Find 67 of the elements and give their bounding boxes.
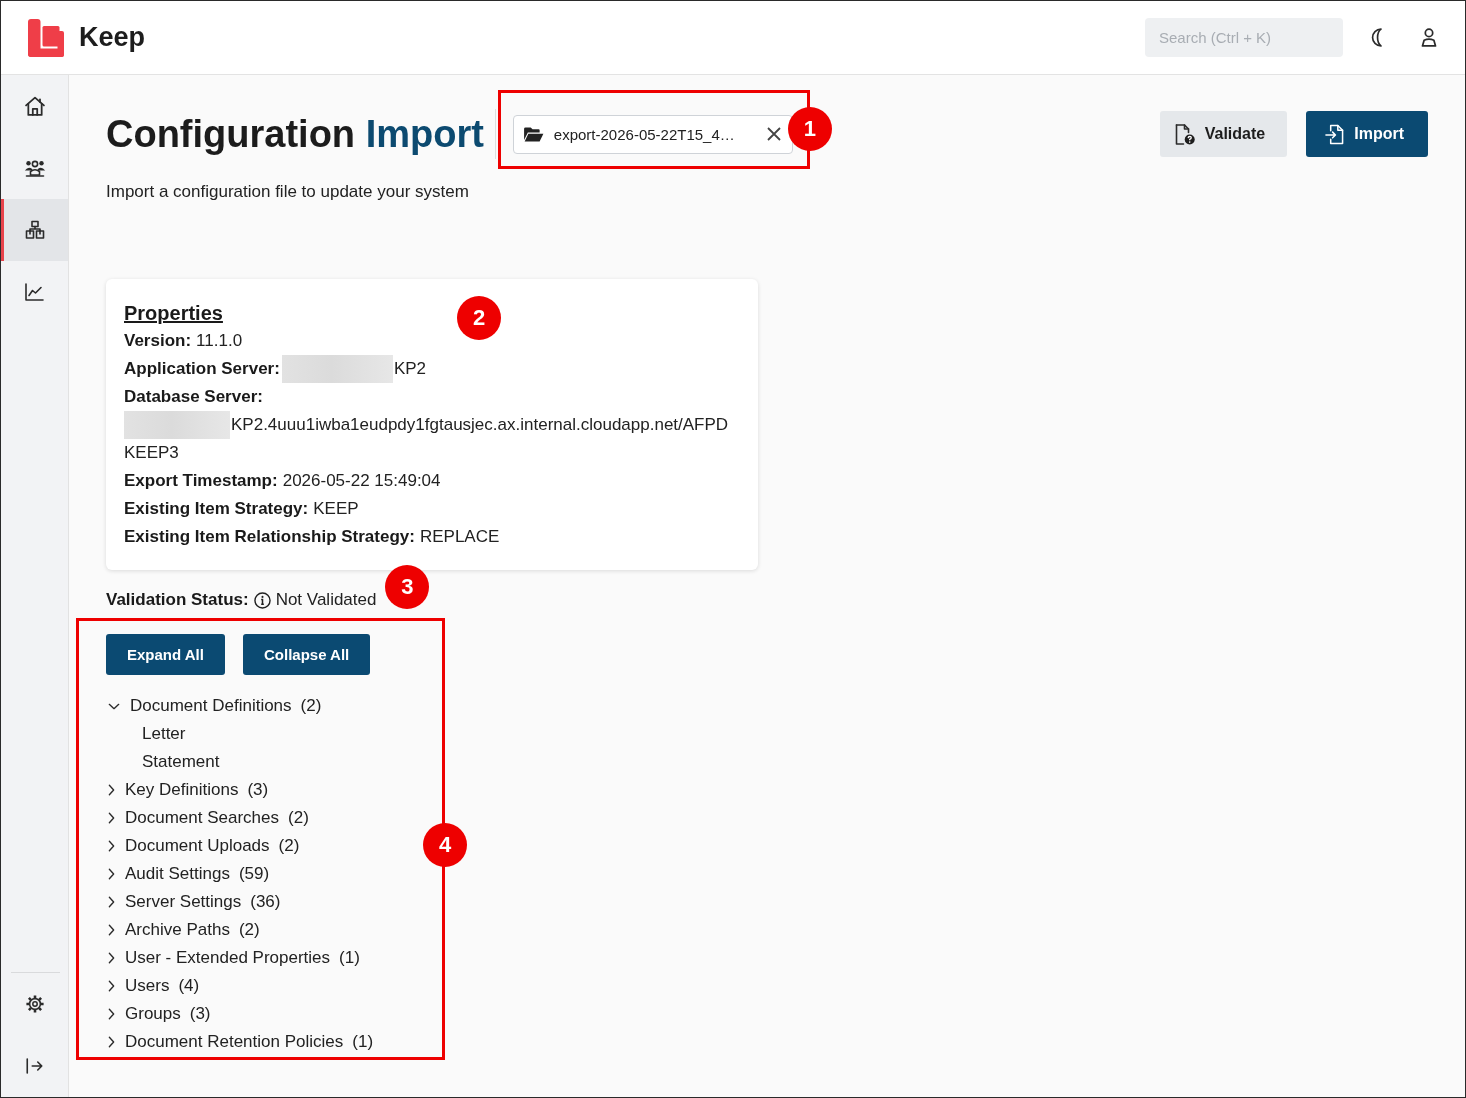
callout-marker: 1 <box>787 106 832 151</box>
card-title: Properties <box>124 301 223 326</box>
file-question-icon <box>1174 123 1195 145</box>
callout-marker: 2 <box>457 296 501 340</box>
file-name: export-2026-05-22T15_4… <box>553 125 736 143</box>
tree-item[interactable]: Audit Settings (59) <box>106 860 270 888</box>
status-label: Validation Status: <box>106 589 249 611</box>
property-value: REPLACE <box>419 527 500 546</box>
property-value: 2026-05-22 15:49:04 <box>282 471 441 490</box>
property-value: 11.1.0 <box>196 331 243 350</box>
import-button[interactable]: Import <box>1306 111 1428 157</box>
property-value: KP2.4uuu1iwba1eudpdy1fgtausjec.ax.internal.cloudapp.net/AFPD KEEP3 <box>124 415 729 462</box>
file-arrow-icon <box>1325 123 1345 145</box>
property-label: Export Timestamp: <box>124 471 278 490</box>
line-chart-icon <box>25 283 44 301</box>
status-value: Not Validated <box>275 589 377 611</box>
tree-item[interactable]: Document Retention Policies (1) <box>106 1028 374 1056</box>
property-label: Application Server: <box>124 359 280 378</box>
chevron-right-icon <box>108 840 115 852</box>
tree-item[interactable]: Server Settings (36) <box>106 888 281 916</box>
tree-item[interactable]: Key Definitions (3) <box>106 776 269 804</box>
search-field[interactable]: Search (Ctrl + K) <box>1145 18 1343 57</box>
tree-action-button[interactable]: Expand All <box>106 634 225 675</box>
validate-button[interactable]: Validate <box>1159 111 1288 157</box>
tree-item[interactable]: Groups (3) <box>106 1000 211 1028</box>
property-value: KEEP <box>313 499 359 518</box>
chevron-right-icon <box>108 924 115 936</box>
tree-item[interactable]: User - Extended Properties (1) <box>106 944 360 972</box>
property-label: Database Server: <box>124 387 263 406</box>
property-label: Existing Item Relationship Strategy: <box>124 527 415 546</box>
app-name: Keep <box>79 22 146 53</box>
tree-item[interactable]: Archive Paths (2) <box>106 916 260 944</box>
property-label: Version: <box>124 331 192 350</box>
people-icon <box>23 159 46 177</box>
moon-icon[interactable] <box>1371 28 1382 47</box>
folder-icon <box>522 126 544 142</box>
chevron-right-icon <box>108 980 115 992</box>
tree-item[interactable]: Document Searches (2) <box>106 804 309 832</box>
chevron-right-icon <box>108 1036 115 1048</box>
logo-icon <box>28 18 64 57</box>
chevron-right-icon <box>108 896 115 908</box>
settings-icon <box>24 994 45 1014</box>
tree-item[interactable]: Document Definitions (2) <box>106 692 322 720</box>
chevron-right-icon <box>108 1008 115 1020</box>
tree-leaf: Letter <box>141 723 186 745</box>
tree-leaf: Statement <box>141 751 220 773</box>
person-icon[interactable] <box>1421 28 1437 47</box>
hierarchy-icon <box>24 220 45 240</box>
home-icon <box>24 96 45 116</box>
page-subtitle: Import a configuration file to update your system <box>106 181 469 203</box>
property-label: Existing Item Strategy: <box>124 499 309 518</box>
chevron-right-icon <box>108 868 115 880</box>
chevron-right-icon <box>108 952 115 964</box>
tree-item[interactable]: Document Uploads (2) <box>106 832 300 860</box>
sidebar-item[interactable] <box>1 199 68 261</box>
callout-marker: 3 <box>385 565 430 609</box>
bar-arrow-icon <box>26 1058 43 1074</box>
chevron-right-icon <box>108 784 115 796</box>
info-icon <box>253 591 271 609</box>
page-title: Configuration Import <box>106 112 484 157</box>
tree-action-button[interactable]: Collapse All <box>242 634 371 675</box>
property-value: KP2 <box>393 359 426 378</box>
chevron-right-icon <box>108 812 115 824</box>
chevron-down-icon <box>108 702 120 710</box>
tree-item[interactable]: Users (4) <box>106 972 200 1000</box>
close-icon[interactable] <box>766 127 781 141</box>
callout-marker: 4 <box>423 823 467 867</box>
